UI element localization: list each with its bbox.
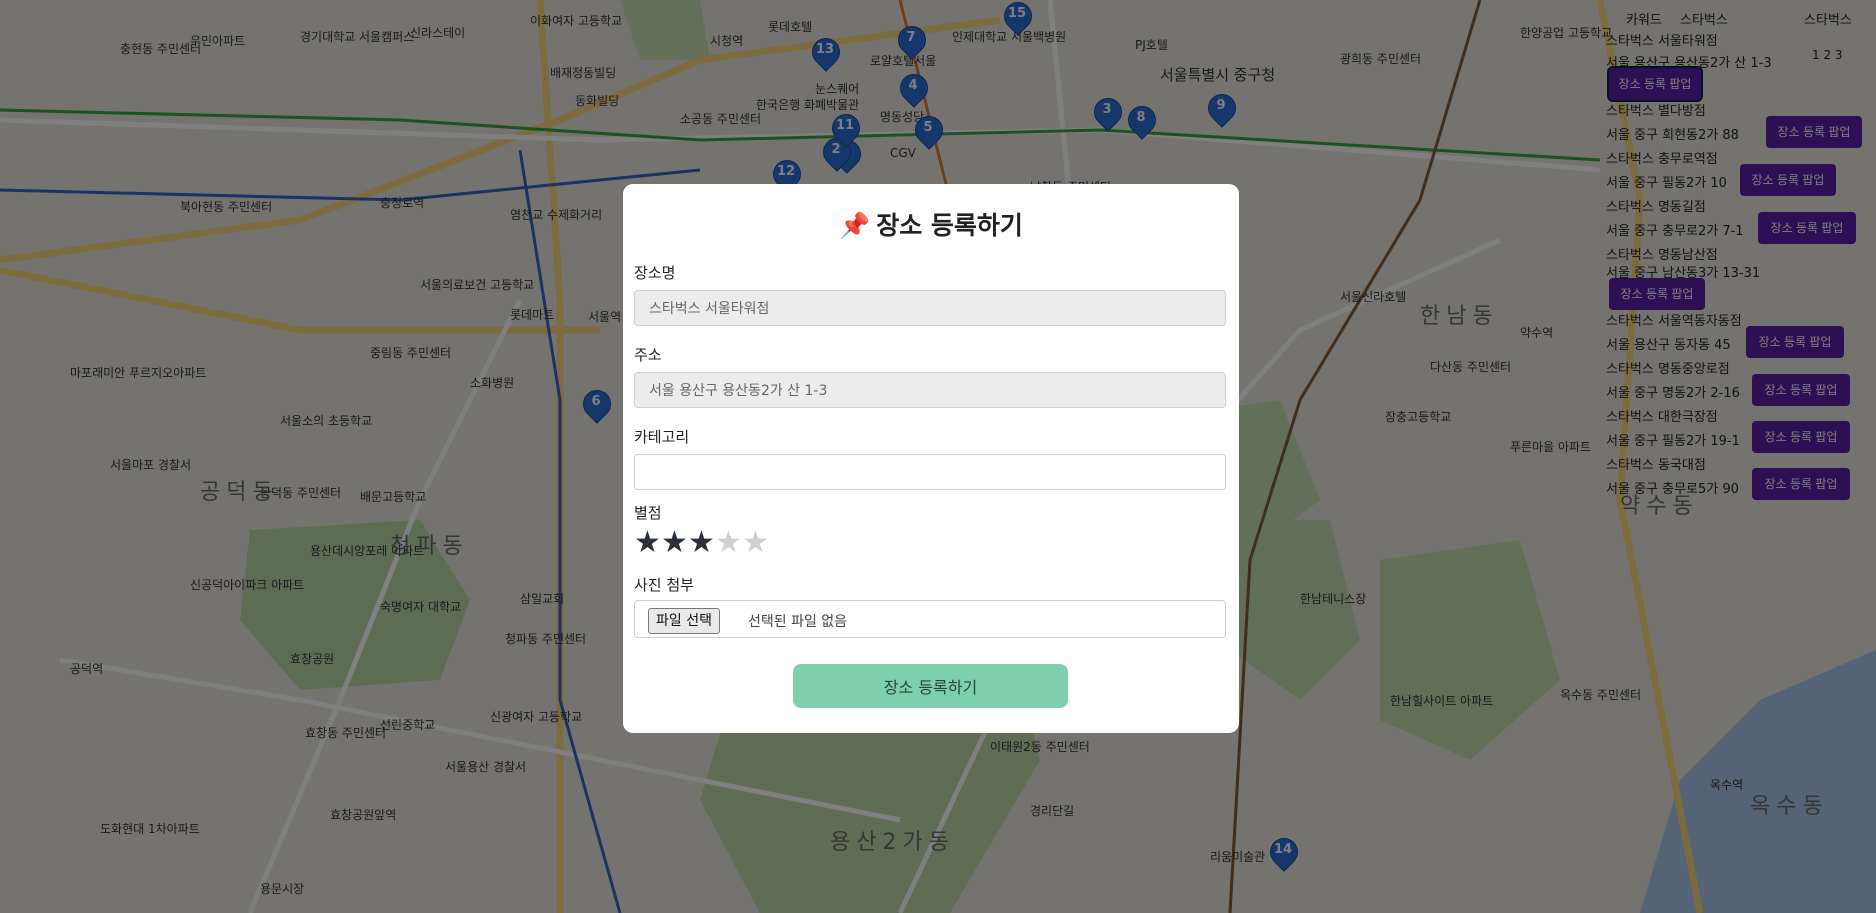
address-field[interactable] — [634, 372, 1226, 408]
photo-label: 사진 첨부 — [634, 576, 694, 594]
modal-title-text: 장소 등록하기 — [876, 211, 1023, 240]
choose-file-button[interactable]: 파일 선택 — [648, 608, 720, 634]
pushpin-icon: 📌 — [839, 211, 871, 240]
photo-file-input[interactable]: 파일 선택 선택된 파일 없음 — [634, 600, 1226, 638]
place-name-label: 장소명 — [634, 264, 676, 282]
register-place-button[interactable]: 장소 등록하기 — [793, 664, 1068, 708]
address-label: 주소 — [634, 346, 662, 364]
star-3-icon[interactable]: ★ — [688, 528, 715, 558]
place-register-modal: 📌장소 등록하기 장소명 주소 카테고리 별점 ★★★★★ 사진 첨부 파일 선… — [623, 184, 1239, 733]
place-name-field[interactable] — [634, 290, 1226, 326]
star-1-icon[interactable]: ★ — [634, 528, 661, 558]
star-5-icon[interactable]: ★ — [742, 528, 769, 558]
modal-title: 📌 장소 등록하기 — [623, 206, 1239, 242]
category-label: 카테고리 — [634, 428, 690, 446]
star-4-icon[interactable]: ★ — [715, 528, 742, 558]
category-field[interactable] — [634, 454, 1226, 490]
star-2-icon[interactable]: ★ — [661, 528, 688, 558]
rating-label: 별점 — [634, 504, 662, 522]
file-status-text: 선택된 파일 없음 — [748, 614, 848, 630]
star-rating[interactable]: ★★★★★ — [634, 528, 769, 558]
